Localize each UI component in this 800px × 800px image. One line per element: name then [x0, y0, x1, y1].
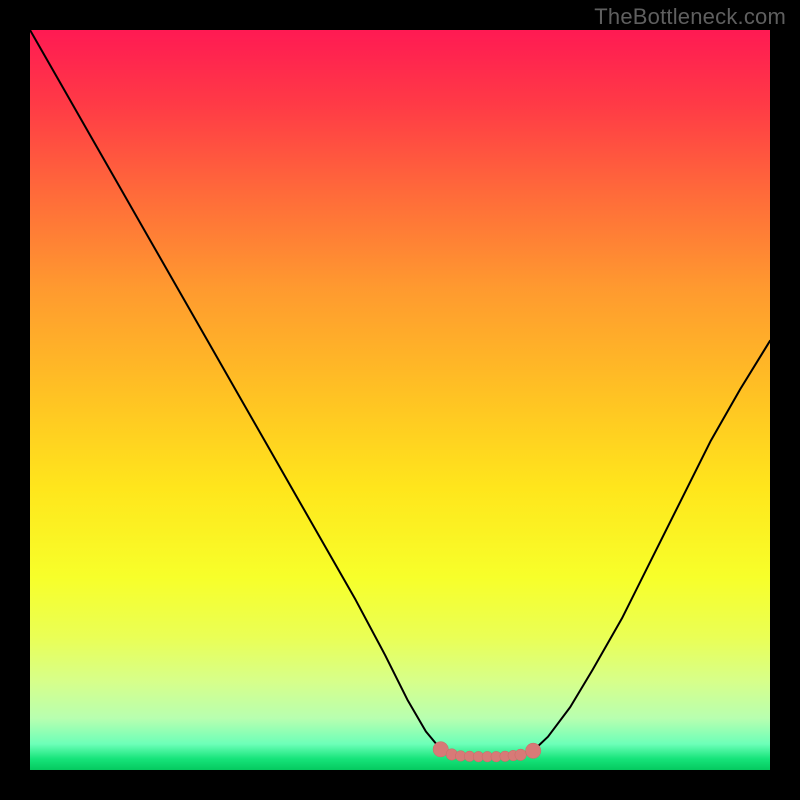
chart-plot-area [30, 30, 770, 770]
watermark-text: TheBottleneck.com [594, 4, 786, 30]
chart-svg [30, 30, 770, 770]
valley-marker [515, 749, 527, 761]
gradient-background [30, 30, 770, 770]
valley-marker [526, 743, 541, 758]
chart-frame: TheBottleneck.com [0, 0, 800, 800]
